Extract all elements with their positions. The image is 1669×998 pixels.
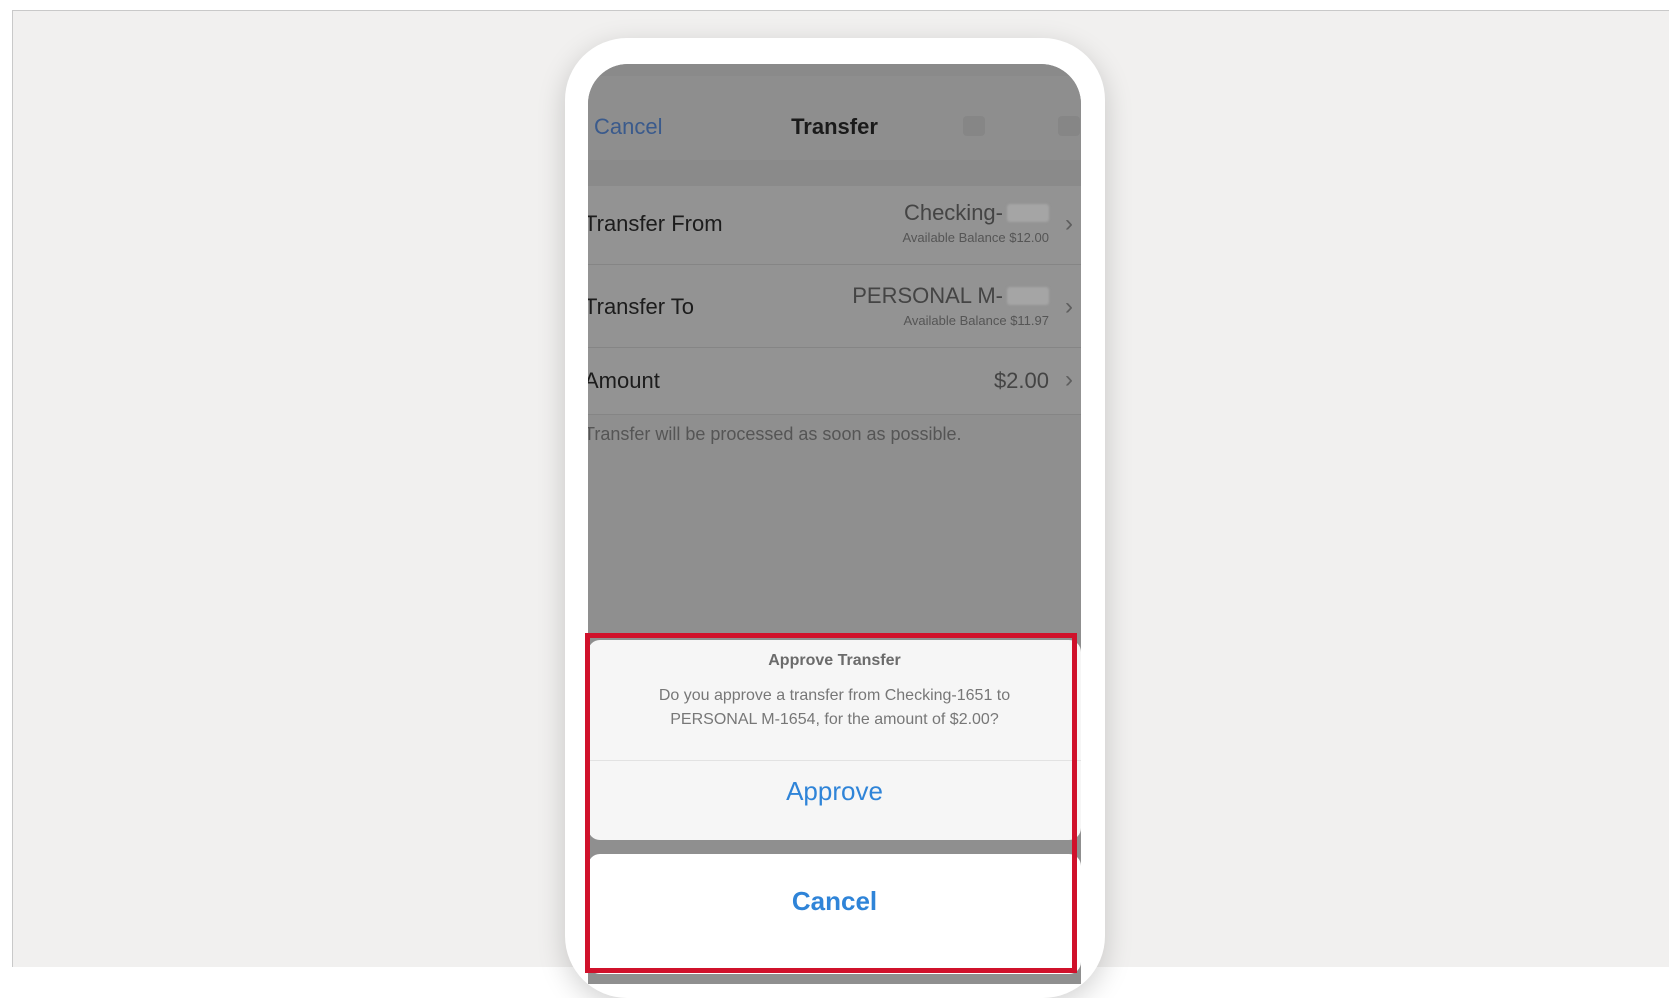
chevron-right-icon: › <box>1065 366 1073 393</box>
dialog-message-line: Do you approve a transfer from Checking-… <box>658 687 1011 704</box>
cancel-button[interactable]: Cancel <box>588 886 1081 917</box>
approve-transfer-dialog: Approve Transfer Do you approve a transf… <box>588 640 1081 840</box>
transfer-to-label: Transfer To <box>588 294 695 319</box>
section-spacer <box>588 160 1081 186</box>
transfer-from-row[interactable]: Transfer From Checking- Available Balanc… <box>588 186 1081 265</box>
dialog-title: Approve Transfer <box>768 652 901 669</box>
chevron-right-icon: › <box>1065 210 1073 237</box>
toolbar-icon[interactable] <box>1058 116 1080 136</box>
cancel-action-sheet: Cancel <box>588 854 1081 974</box>
amount-row[interactable]: Amount $2.00 › <box>588 348 1081 415</box>
page-title: Transfer <box>791 114 878 139</box>
toolbar-icon[interactable] <box>963 116 985 136</box>
amount-label: Amount <box>588 368 660 393</box>
transfer-from-label: Transfer From <box>588 211 723 236</box>
sheet-spacer <box>588 840 1081 854</box>
dialog-message: Do you approve a transfer from Checking-… <box>608 684 1061 732</box>
approve-button[interactable]: Approve <box>588 776 1081 807</box>
masked-account-number <box>1007 204 1049 222</box>
dialog-message-line: PERSONAL M-1654, for the amount of $2.00… <box>670 711 999 728</box>
processing-note: Transfer will be processed as soon as po… <box>588 424 962 444</box>
status-bar <box>588 64 1081 76</box>
transfer-from-value: Checking- <box>904 200 1049 226</box>
navigation-bar: Cancel Transfer <box>588 76 1081 161</box>
divider <box>588 760 1081 761</box>
transfer-to-value: PERSONAL M- <box>852 283 1049 309</box>
transfer-from-balance: Available Balance $12.00 <box>902 230 1050 245</box>
masked-account-number <box>1007 287 1049 305</box>
transfer-to-balance: Available Balance $11.97 <box>903 313 1049 328</box>
transfer-to-row[interactable]: Transfer To PERSONAL M- Available Balanc… <box>588 265 1081 348</box>
chevron-right-icon: › <box>1065 293 1073 320</box>
amount-value: $2.00 <box>993 368 1049 393</box>
